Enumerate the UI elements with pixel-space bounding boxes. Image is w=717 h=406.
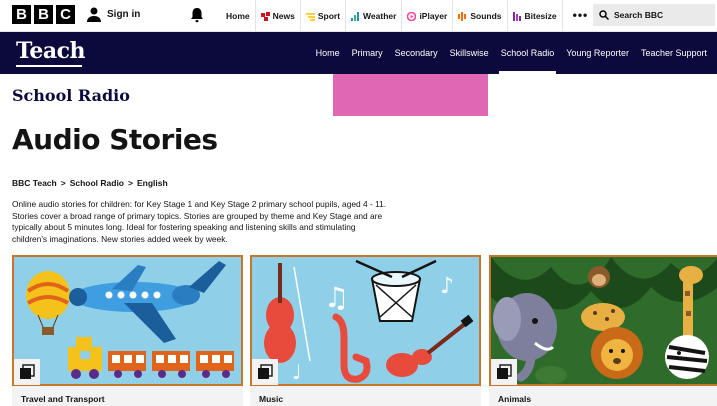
breadcrumb-english[interactable]: English	[137, 178, 168, 188]
teach-nav-teacher-support[interactable]: Teacher Support	[635, 32, 713, 74]
bitesize-icon	[512, 11, 521, 21]
notifications-bell-icon[interactable]	[190, 7, 204, 23]
user-icon	[87, 7, 101, 22]
page-description: Online audio stories for children: for K…	[12, 199, 387, 244]
teach-nav: Home Primary Secondary Skillswise School…	[310, 32, 713, 74]
search-placeholder: Search BBC	[614, 10, 664, 20]
card-travel-and-transport[interactable]: Travel and Transport	[12, 255, 243, 406]
global-nav-bitesize[interactable]: Bitesize	[506, 0, 562, 32]
bbc-logo-letter-1: B	[12, 5, 31, 24]
bbc-logo-letter-3: C	[56, 5, 75, 24]
breadcrumb-school-radio[interactable]: School Radio	[70, 178, 124, 188]
teach-logo-underline	[16, 65, 82, 67]
collection-icon	[497, 364, 512, 379]
card-title-animals: Animals	[498, 394, 532, 404]
card-image-animals	[489, 255, 717, 386]
global-nav-news-label: News	[272, 11, 295, 21]
global-nav-home-label: Home	[226, 11, 250, 21]
global-nav-iplayer-label: iPlayer	[419, 11, 448, 21]
global-nav-home[interactable]: Home	[221, 0, 255, 32]
card-music[interactable]: ♫ ♪ ♩ Music	[250, 255, 481, 406]
breadcrumb: BBC Teach > School Radio > English	[12, 178, 168, 188]
collection-icon	[20, 364, 35, 379]
card-title-travel: Travel and Transport	[21, 394, 105, 404]
bbc-logo-letter-2: B	[34, 5, 53, 24]
global-nav-sounds-label: Sounds	[470, 11, 502, 21]
card-image-music: ♫ ♪ ♩	[250, 255, 481, 386]
global-nav-sounds[interactable]: Sounds	[452, 0, 506, 32]
page-title: Audio Stories	[12, 123, 218, 156]
svg-text:♩: ♩	[292, 360, 301, 384]
svg-text:♫: ♫	[324, 281, 349, 314]
collection-badge	[14, 359, 40, 385]
sounds-icon	[458, 11, 467, 21]
sign-in-label: Sign in	[107, 8, 141, 20]
breadcrumb-separator: >	[128, 178, 133, 188]
bbc-global-bar: B B C Sign in Home News Sport Weather iP…	[0, 0, 717, 32]
card-title-music: Music	[259, 394, 284, 404]
animals-illustration	[491, 257, 717, 384]
weather-icon	[351, 11, 360, 21]
teach-nav-home[interactable]: Home	[310, 32, 346, 74]
collection-badge	[252, 359, 278, 385]
sport-icon	[305, 12, 315, 21]
teach-logo[interactable]: Teach	[16, 38, 86, 64]
teach-nav-school-radio[interactable]: School Radio	[495, 32, 561, 74]
global-nav-weather[interactable]: Weather	[345, 0, 401, 32]
bbc-logo[interactable]: B B C	[12, 5, 75, 24]
teach-nav-young-reporter[interactable]: Young Reporter	[560, 32, 635, 74]
global-nav-sport-label: Sport	[317, 11, 341, 21]
teach-nav-skillswise[interactable]: Skillswise	[444, 32, 495, 74]
search-icon	[599, 10, 609, 20]
breadcrumb-bbc-teach[interactable]: BBC Teach	[12, 178, 57, 188]
section-title[interactable]: School Radio	[12, 86, 130, 105]
global-nav-iplayer[interactable]: iPlayer	[401, 0, 452, 32]
card-image-travel	[12, 255, 243, 386]
card-animals[interactable]: Animals	[489, 255, 717, 406]
global-nav-sport[interactable]: Sport	[299, 0, 345, 32]
sign-in-link[interactable]: Sign in	[86, 6, 140, 22]
teach-nav-primary[interactable]: Primary	[346, 32, 389, 74]
news-icon	[260, 11, 270, 21]
collection-badge	[491, 359, 517, 385]
collection-icon	[258, 364, 273, 379]
teach-nav-secondary[interactable]: Secondary	[389, 32, 444, 74]
bbc-global-nav: Home News Sport Weather iPlayer Sounds B…	[221, 0, 598, 32]
music-illustration: ♫ ♪ ♩	[252, 257, 479, 384]
global-nav-news[interactable]: News	[254, 0, 300, 32]
teach-header: Teach Home Primary Secondary Skillswise …	[0, 32, 717, 74]
search-bbc-input[interactable]: Search BBC	[593, 4, 715, 26]
iplayer-icon	[407, 11, 417, 21]
global-nav-bitesize-label: Bitesize	[524, 11, 557, 21]
svg-text:♪: ♪	[440, 274, 454, 299]
travel-illustration	[14, 257, 241, 384]
breadcrumb-separator: >	[60, 178, 66, 188]
brand-accent-block	[333, 74, 488, 116]
global-nav-weather-label: Weather	[363, 11, 397, 21]
